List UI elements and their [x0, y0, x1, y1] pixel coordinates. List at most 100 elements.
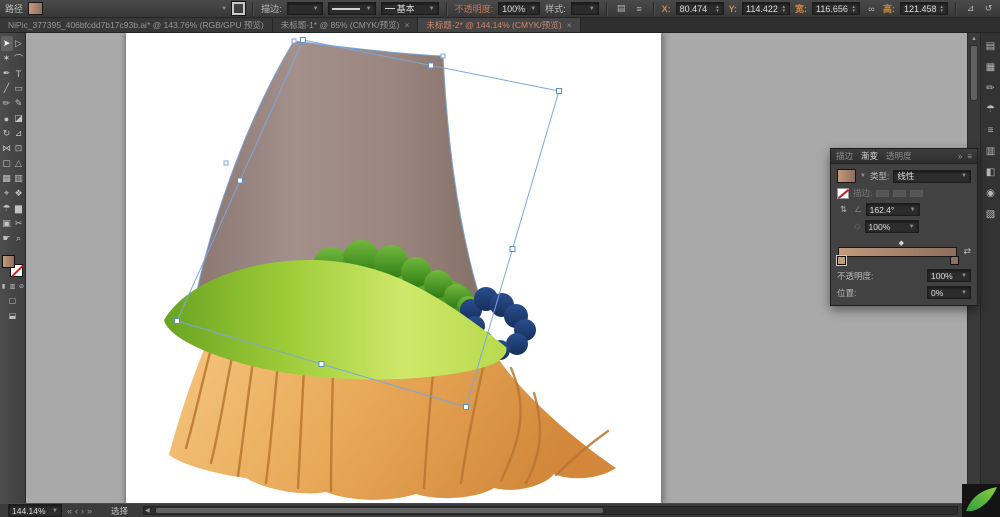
- brush-definition-dropdown[interactable]: 基本 ▼: [380, 2, 439, 15]
- gradient-preset-arrow-icon[interactable]: ▼: [860, 173, 866, 179]
- previous-artboard-icon[interactable]: ‹: [75, 506, 78, 516]
- hand-tool[interactable]: ☛: [1, 231, 13, 246]
- gradient-type-dropdown[interactable]: 线性 ▼: [893, 169, 971, 183]
- horizontal-scrollbar[interactable]: ◀: [143, 506, 958, 515]
- color-panel-icon[interactable]: ▤: [983, 40, 998, 53]
- stroke-color-swatch[interactable]: [231, 1, 247, 16]
- panel-menu-icon[interactable]: ≡: [967, 152, 972, 161]
- transparency-panel-icon[interactable]: ◧: [983, 166, 998, 179]
- artboard-tool[interactable]: ▣: [1, 216, 13, 231]
- stroke-gradient-along-icon[interactable]: [893, 189, 907, 197]
- stroke-gradient-within-icon[interactable]: [876, 189, 890, 197]
- horizontal-scroll-thumb[interactable]: [156, 508, 604, 513]
- scroll-left-icon[interactable]: ◀: [145, 507, 150, 514]
- shear-icon[interactable]: ⊿: [964, 2, 977, 15]
- scroll-up-icon[interactable]: ▲: [968, 33, 980, 44]
- anchor-point[interactable]: [223, 160, 229, 166]
- stepper-icon[interactable]: ▲ ▼: [715, 4, 719, 13]
- stop-opacity-dropdown[interactable]: 100% ▼: [927, 269, 971, 282]
- gradient-angle-field[interactable]: 162.4° ▼: [865, 203, 920, 216]
- zoom-tool[interactable]: ⌕: [13, 231, 25, 246]
- opacity-dropdown[interactable]: 100% ▼: [498, 2, 541, 15]
- selection-handle[interactable]: [556, 88, 562, 94]
- gradient-fill-thumbnail[interactable]: [837, 169, 856, 183]
- opacity-label[interactable]: 不透明度:: [455, 2, 494, 15]
- selection-handle[interactable]: [237, 177, 243, 184]
- x-field[interactable]: 80.474 ▲ ▼: [675, 2, 724, 15]
- anchor-point[interactable]: [440, 53, 446, 59]
- color-mode-icon[interactable]: ▮: [0, 282, 7, 290]
- width-field[interactable]: 116.656 ▲ ▼: [812, 2, 860, 15]
- selection-handle[interactable]: [318, 361, 325, 367]
- tab-transparency-panel[interactable]: 透明度: [886, 150, 912, 162]
- symbols-panel-icon[interactable]: ☂: [983, 103, 998, 116]
- gradient-stop-left[interactable]: [836, 255, 847, 266]
- stroke-width-dropdown[interactable]: ▼: [286, 2, 323, 15]
- eyedropper-tool[interactable]: ⌖: [1, 186, 13, 201]
- none-mode-icon[interactable]: ⊘: [18, 282, 25, 290]
- selection-handle[interactable]: [428, 62, 434, 69]
- height-field[interactable]: 121.458 ▲ ▼: [900, 2, 948, 15]
- y-field[interactable]: 114.422 ▲ ▼: [742, 2, 790, 15]
- link-dimensions-icon[interactable]: ∞: [865, 2, 878, 15]
- line-segment-tool[interactable]: ╱: [1, 81, 13, 96]
- stepper-icon[interactable]: ▲ ▼: [940, 4, 944, 13]
- type-tool[interactable]: T: [13, 66, 25, 81]
- draw-mode-icon[interactable]: ▢: [9, 296, 17, 305]
- document-tab-2[interactable]: 未标题-1* @ 85% (CMYK/预览) ×: [272, 18, 419, 32]
- shape-builder-tool[interactable]: ▢: [1, 156, 13, 171]
- fill-dropdown-arrow-icon[interactable]: ▼: [221, 6, 227, 12]
- free-transform-tool[interactable]: ⊡: [13, 141, 25, 156]
- gradient-annotator-icon[interactable]: ⇄: [963, 246, 971, 257]
- tab-gradient-panel[interactable]: 渐变: [861, 150, 878, 162]
- perspective-grid-tool[interactable]: △: [13, 156, 25, 171]
- scale-tool[interactable]: ⊿: [13, 126, 25, 141]
- stepper-icon[interactable]: ▲ ▼: [852, 4, 856, 13]
- rotate-tool[interactable]: ↻: [1, 126, 13, 141]
- selection-handle[interactable]: [509, 246, 516, 252]
- rotate-icon[interactable]: ↺: [982, 2, 995, 15]
- gradient-ramp[interactable]: [838, 247, 957, 257]
- vertical-scroll-thumb[interactable]: [970, 45, 978, 101]
- isolate-mode-icon[interactable]: ▤: [615, 2, 628, 15]
- eraser-tool[interactable]: ◪: [13, 111, 25, 126]
- tab-stroke-panel[interactable]: 描边: [836, 150, 853, 162]
- pen-tool[interactable]: ✒: [1, 66, 13, 81]
- rectangle-tool[interactable]: ▭: [13, 81, 25, 96]
- toolbar-fill-swatch[interactable]: [2, 255, 15, 268]
- arrange-icon[interactable]: ≡: [633, 2, 646, 15]
- collapse-panel-icon[interactable]: »: [958, 152, 962, 161]
- style-dropdown[interactable]: ▼: [570, 2, 599, 15]
- brushes-panel-icon[interactable]: ✏: [983, 82, 998, 95]
- next-artboard-icon[interactable]: ›: [81, 506, 84, 516]
- column-graph-tool[interactable]: ▆: [13, 201, 25, 216]
- magic-wand-tool[interactable]: ✶: [1, 51, 13, 66]
- stroke-panel-icon[interactable]: ≡: [983, 124, 998, 137]
- mesh-tool[interactable]: ▦: [1, 171, 13, 186]
- screen-mode-icon[interactable]: ⬓: [9, 311, 17, 320]
- document-tab-3-active[interactable]: 未标题-2* @ 144.14% (CMYK/预览) ×: [418, 18, 581, 32]
- last-artboard-icon[interactable]: »: [87, 506, 92, 516]
- gradient-tool[interactable]: ▥: [13, 171, 25, 186]
- paintbrush-tool[interactable]: ✏: [1, 96, 13, 111]
- gradient-panel-icon[interactable]: ▥: [983, 145, 998, 158]
- fill-color-swatch[interactable]: [28, 2, 44, 15]
- appearance-panel-icon[interactable]: ◉: [983, 187, 998, 200]
- direct-selection-tool[interactable]: ▷: [13, 36, 25, 51]
- selection-tool[interactable]: ➤: [0, 36, 13, 51]
- selection-handle[interactable]: [300, 37, 306, 43]
- stop-location-dropdown[interactable]: 0% ▼: [927, 286, 971, 299]
- tab-close-icon[interactable]: ×: [404, 20, 409, 30]
- zoom-level-dropdown[interactable]: 144.14% ▼: [8, 504, 62, 517]
- document-tab-1[interactable]: NiPic_377395_406bfcdd7b17c93b.ai* @ 143.…: [0, 18, 273, 32]
- width-profile-dropdown[interactable]: ▼: [327, 2, 376, 15]
- selection-handle[interactable]: [174, 318, 180, 324]
- symbol-sprayer-tool[interactable]: ☂: [1, 201, 13, 216]
- gradient-midpoint-icon[interactable]: ◆: [899, 239, 904, 247]
- gradient-aspect-field[interactable]: 100% ▼: [864, 220, 919, 233]
- blob-brush-tool[interactable]: ●: [1, 111, 13, 126]
- slice-tool[interactable]: ✂: [13, 216, 25, 231]
- lasso-tool[interactable]: ⌒: [13, 51, 25, 66]
- anchor-point[interactable]: [291, 38, 297, 44]
- layers-panel-icon[interactable]: ▧: [983, 208, 998, 221]
